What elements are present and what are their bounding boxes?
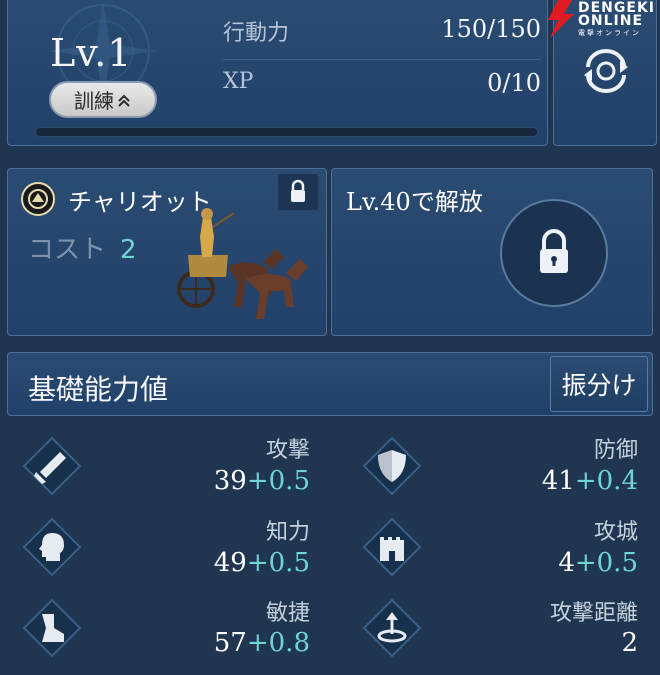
cost-value: 2 (120, 235, 137, 265)
unit-class-icon (21, 182, 55, 216)
stat-defense-bonus: +0.4 (574, 466, 638, 496)
stat-agility-bonus: +0.8 (246, 628, 310, 658)
action-power-value: 150/150 (441, 15, 541, 43)
divider (223, 59, 541, 60)
stat-intelligence-bonus: +0.5 (246, 548, 310, 578)
xp-progress-bar (35, 127, 538, 137)
unit-card[interactable]: チャリオット コスト 2 (7, 168, 327, 336)
shield-icon (362, 436, 422, 496)
stat-siege-value: 4+0.5 (558, 548, 638, 578)
lock-icon (291, 179, 305, 202)
stat-agility-value: 57+0.8 (214, 628, 310, 658)
chariot-illustration (177, 208, 308, 319)
dengeki-online-logo: DENGEKI ONLINE 電撃オンライン (544, 0, 660, 40)
stat-attack-value: 39+0.5 (214, 466, 310, 496)
stat-intelligence-value: 49+0.5 (214, 548, 310, 578)
range-icon (362, 598, 422, 658)
logo-line2: ONLINE (578, 13, 644, 29)
action-power-row: 行動力 150/150 (223, 15, 541, 55)
stat-attack-base: 39 (213, 466, 247, 496)
stat-siege-bonus: +0.5 (574, 548, 638, 578)
train-button-label: 訓練 (74, 89, 114, 113)
rotate-unit-icon (584, 49, 628, 93)
cost-label: コスト (28, 235, 107, 265)
stat-siege-label: 攻城 (593, 520, 638, 545)
unit-cost: コスト 2 (28, 229, 137, 266)
xp-value: 0/10 (487, 69, 541, 97)
action-power-label: 行動力 (223, 21, 290, 46)
stat-range-base: 2 (621, 628, 638, 658)
lightning-bolt-icon (548, 0, 574, 38)
locked-slot-card: Lv.40で解放 (331, 168, 653, 336)
locked-slot-button[interactable] (500, 199, 608, 307)
stat-defense-label: 防御 (593, 438, 638, 463)
stat-attack-label: 攻撃 (265, 438, 310, 463)
castle-icon (362, 517, 422, 577)
stat-attack-bonus: +0.5 (246, 466, 310, 496)
stat-agility-base: 57 (213, 628, 247, 658)
stat-intelligence-base: 49 (213, 548, 247, 578)
boot-icon (22, 598, 82, 658)
logo-line3: 電撃オンライン (578, 29, 641, 37)
base-stats-title: 基礎能力値 (28, 373, 169, 406)
allocate-button[interactable]: 振分け (550, 356, 648, 412)
train-button[interactable]: 訓練 (49, 81, 157, 118)
stat-range-label: 攻撃距離 (549, 601, 638, 626)
level-panel: Lv.1 訓練 行動力 150/150 XP 0/10 (7, 0, 548, 146)
level-label: Lv.1 (50, 31, 133, 75)
stat-defense-base: 41 (541, 466, 575, 496)
stat-defense-value: 41+0.4 (542, 466, 638, 496)
stat-range-value: 2 (621, 628, 638, 658)
xp-row: XP 0/10 (223, 69, 541, 109)
sword-icon (22, 436, 82, 496)
stat-agility-label: 敏捷 (265, 601, 310, 626)
stat-siege-base: 4 (558, 548, 575, 578)
base-stats-header: 基礎能力値 振分け (7, 352, 653, 416)
lock-toggle-button[interactable] (278, 174, 318, 210)
xp-label: XP (223, 69, 254, 94)
double-chevron-up-icon (118, 94, 130, 107)
unlock-requirement-label: Lv.40で解放 (346, 188, 483, 216)
stat-intelligence-label: 知力 (265, 520, 310, 545)
head-icon (22, 517, 82, 577)
lock-icon (540, 229, 568, 273)
